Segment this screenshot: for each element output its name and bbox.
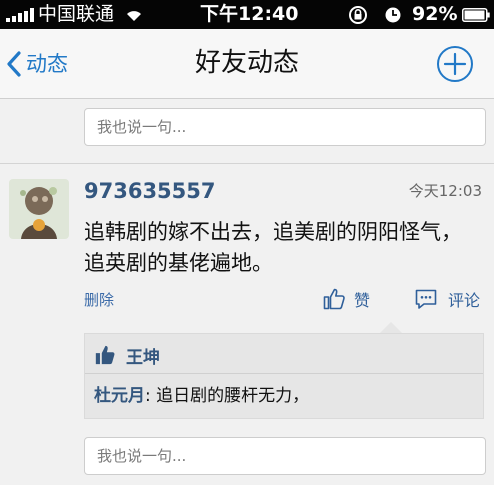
post-timestamp: 今天12:03 <box>408 182 482 200</box>
wifi-icon <box>127 11 141 21</box>
avatar[interactable] <box>9 179 69 239</box>
like-button[interactable]: 赞 <box>322 286 370 312</box>
comment-author[interactable]: 杜元月 <box>94 386 145 406</box>
back-button[interactable]: 动态 <box>6 49 68 79</box>
like-label: 赞 <box>354 291 371 310</box>
comment-button[interactable]: 评论 <box>414 286 480 312</box>
comment-item: 杜元月: 追日剧的腰杆无力， <box>94 384 309 408</box>
rotation-lock-icon <box>349 6 367 24</box>
bottom-comment-input[interactable] <box>84 437 486 475</box>
liker-name[interactable]: 王坤 <box>126 343 160 368</box>
alarm-clock-icon <box>385 7 401 23</box>
delete-button[interactable]: 删除 <box>84 290 114 310</box>
add-icon[interactable] <box>436 45 474 83</box>
likes-box-pointer <box>380 322 402 333</box>
signal-icon <box>6 8 34 22</box>
comment-separator: : <box>145 386 157 406</box>
status-time: 下午12:40 <box>200 3 299 25</box>
comment-bubble-icon <box>415 289 437 309</box>
comment-text: 追日剧的腰杆无力， <box>156 386 310 406</box>
back-button-label: 动态 <box>26 52 68 76</box>
battery-icon <box>462 8 490 22</box>
battery-percent: 92% <box>412 3 458 25</box>
thumbs-up-icon <box>323 288 345 310</box>
nav-bar: 动态 好友动态 <box>0 29 494 99</box>
chevron-left-icon <box>7 51 21 77</box>
likes-divider <box>85 373 483 374</box>
top-comment-input[interactable] <box>84 108 486 146</box>
status-bar: 中国联通 下午12:40 92% <box>0 0 494 29</box>
post-text: 追韩剧的嫁不出去，追美剧的阴阳怪气，追英剧的基佬遍地。 <box>84 220 462 275</box>
comment-label: 评论 <box>448 291 481 310</box>
post-username[interactable]: 973635557 <box>84 178 216 204</box>
likes-row: 王坤 <box>94 342 160 368</box>
thumbs-up-filled-icon <box>95 345 115 365</box>
page-title: 好友动态 <box>194 48 299 78</box>
carrier-name: 中国联通 <box>38 3 115 25</box>
